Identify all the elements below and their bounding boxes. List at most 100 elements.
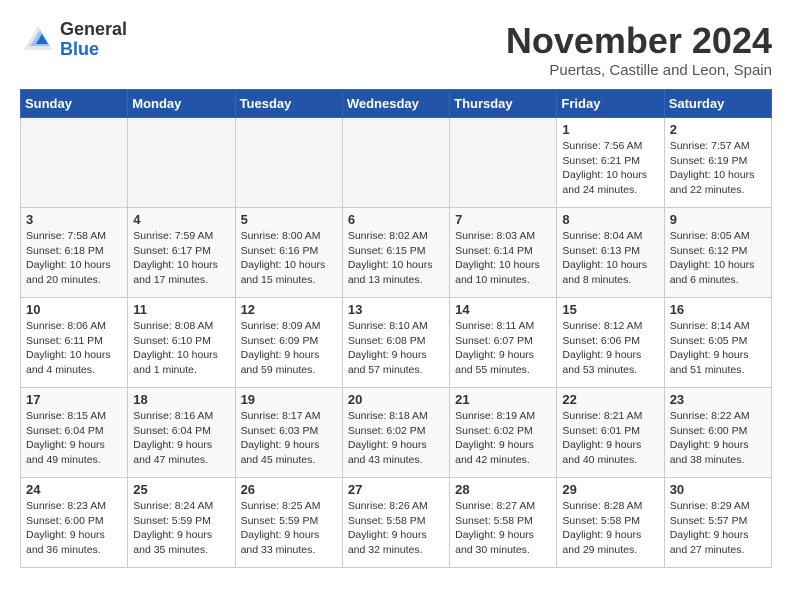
day-info: Sunrise: 8:08 AM Sunset: 6:10 PM Dayligh… <box>133 319 229 378</box>
day-info: Sunrise: 8:03 AM Sunset: 6:14 PM Dayligh… <box>455 229 551 288</box>
calendar-cell: 8 Sunrise: 8:04 AM Sunset: 6:13 PM Daylig… <box>557 208 664 298</box>
day-number: 16 <box>670 302 766 317</box>
calendar-week-row: 3 Sunrise: 7:58 AM Sunset: 6:18 PM Daylig… <box>21 208 772 298</box>
day-header-thursday: Thursday <box>450 90 557 118</box>
day-number: 17 <box>26 392 122 407</box>
day-info: Sunrise: 8:14 AM Sunset: 6:05 PM Dayligh… <box>670 319 766 378</box>
day-info: Sunrise: 8:00 AM Sunset: 6:16 PM Dayligh… <box>241 229 337 288</box>
day-number: 25 <box>133 482 229 497</box>
month-title: November 2024 <box>506 20 772 62</box>
calendar-cell: 15 Sunrise: 8:12 AM Sunset: 6:06 PM Dayli… <box>557 298 664 388</box>
day-number: 10 <box>26 302 122 317</box>
calendar-cell: 19 Sunrise: 8:17 AM Sunset: 6:03 PM Dayli… <box>235 388 342 478</box>
day-number: 15 <box>562 302 658 317</box>
day-info: Sunrise: 8:26 AM Sunset: 5:58 PM Dayligh… <box>348 499 444 558</box>
location: Puertas, Castille and Leon, Spain <box>506 62 772 79</box>
calendar-header: SundayMondayTuesdayWednesdayThursdayFrid… <box>21 90 772 118</box>
calendar-cell: 23Sunrise: 8:22 AM Sunset: 6:00 PM Dayli… <box>664 388 771 478</box>
day-info: Sunrise: 8:04 AM Sunset: 6:13 PM Dayligh… <box>562 229 658 288</box>
calendar-cell: 29 Sunrise: 8:28 AM Sunset: 5:58 PM Dayli… <box>557 478 664 568</box>
calendar-week-row: 10 Sunrise: 8:06 AM Sunset: 6:11 PM Dayli… <box>21 298 772 388</box>
calendar-cell: 4 Sunrise: 7:59 AM Sunset: 6:17 PM Daylig… <box>128 208 235 298</box>
day-info: Sunrise: 8:06 AM Sunset: 6:11 PM Dayligh… <box>26 319 122 378</box>
calendar-cell <box>128 118 235 208</box>
calendar-cell: 3 Sunrise: 7:58 AM Sunset: 6:18 PM Daylig… <box>21 208 128 298</box>
day-number: 1 <box>562 122 658 137</box>
calendar-cell <box>450 118 557 208</box>
day-header-saturday: Saturday <box>664 90 771 118</box>
day-number: 18 <box>133 392 229 407</box>
day-info: Sunrise: 8:16 AM Sunset: 6:04 PM Dayligh… <box>133 409 229 468</box>
calendar-cell: 26 Sunrise: 8:25 AM Sunset: 5:59 PM Dayli… <box>235 478 342 568</box>
day-info: Sunrise: 8:23 AM Sunset: 6:00 PM Dayligh… <box>26 499 122 558</box>
calendar-cell: 10 Sunrise: 8:06 AM Sunset: 6:11 PM Dayli… <box>21 298 128 388</box>
day-info: Sunrise: 8:19 AM Sunset: 6:02 PM Dayligh… <box>455 409 551 468</box>
day-number: 9 <box>670 212 766 227</box>
calendar-cell: 24 Sunrise: 8:23 AM Sunset: 6:00 PM Dayli… <box>21 478 128 568</box>
day-number: 26 <box>241 482 337 497</box>
day-number: 7 <box>455 212 551 227</box>
day-number: 21 <box>455 392 551 407</box>
logo-blue: Blue <box>60 40 127 60</box>
calendar-cell: 14 Sunrise: 8:11 AM Sunset: 6:07 PM Dayli… <box>450 298 557 388</box>
day-number: 12 <box>241 302 337 317</box>
calendar-cell: 17 Sunrise: 8:15 AM Sunset: 6:04 PM Dayli… <box>21 388 128 478</box>
day-number: 30 <box>670 482 766 497</box>
day-info: Sunrise: 8:28 AM Sunset: 5:58 PM Dayligh… <box>562 499 658 558</box>
day-number: 4 <box>133 212 229 227</box>
day-number: 24 <box>26 482 122 497</box>
calendar-week-row: 17 Sunrise: 8:15 AM Sunset: 6:04 PM Dayli… <box>21 388 772 478</box>
day-header-wednesday: Wednesday <box>342 90 449 118</box>
day-info: Sunrise: 7:59 AM Sunset: 6:17 PM Dayligh… <box>133 229 229 288</box>
day-number: 8 <box>562 212 658 227</box>
day-info: Sunrise: 8:25 AM Sunset: 5:59 PM Dayligh… <box>241 499 337 558</box>
day-header-friday: Friday <box>557 90 664 118</box>
day-info: Sunrise: 8:10 AM Sunset: 6:08 PM Dayligh… <box>348 319 444 378</box>
day-header-monday: Monday <box>128 90 235 118</box>
day-number: 20 <box>348 392 444 407</box>
calendar-cell: 18 Sunrise: 8:16 AM Sunset: 6:04 PM Dayli… <box>128 388 235 478</box>
day-info: Sunrise: 7:58 AM Sunset: 6:18 PM Dayligh… <box>26 229 122 288</box>
logo-general: General <box>60 20 127 40</box>
day-header-sunday: Sunday <box>21 90 128 118</box>
calendar-cell: 13 Sunrise: 8:10 AM Sunset: 6:08 PM Dayli… <box>342 298 449 388</box>
calendar-cell <box>235 118 342 208</box>
day-info: Sunrise: 8:17 AM Sunset: 6:03 PM Dayligh… <box>241 409 337 468</box>
day-info: Sunrise: 8:11 AM Sunset: 6:07 PM Dayligh… <box>455 319 551 378</box>
day-info: Sunrise: 8:05 AM Sunset: 6:12 PM Dayligh… <box>670 229 766 288</box>
day-info: Sunrise: 8:12 AM Sunset: 6:06 PM Dayligh… <box>562 319 658 378</box>
calendar-cell: 25 Sunrise: 8:24 AM Sunset: 5:59 PM Dayli… <box>128 478 235 568</box>
calendar-cell: 2 Sunrise: 7:57 AM Sunset: 6:19 PM Daylig… <box>664 118 771 208</box>
day-header-tuesday: Tuesday <box>235 90 342 118</box>
day-number: 19 <box>241 392 337 407</box>
calendar-table: SundayMondayTuesdayWednesdayThursdayFrid… <box>20 89 772 568</box>
title-area: November 2024 Puertas, Castille and Leon… <box>506 20 772 79</box>
day-info: Sunrise: 8:27 AM Sunset: 5:58 PM Dayligh… <box>455 499 551 558</box>
day-info: Sunrise: 8:18 AM Sunset: 6:02 PM Dayligh… <box>348 409 444 468</box>
calendar-cell: 30Sunrise: 8:29 AM Sunset: 5:57 PM Dayli… <box>664 478 771 568</box>
calendar-cell: 5Sunrise: 8:00 AM Sunset: 6:16 PM Daylig… <box>235 208 342 298</box>
calendar-week-row: 1Sunrise: 7:56 AM Sunset: 6:21 PM Daylig… <box>21 118 772 208</box>
day-info: Sunrise: 8:21 AM Sunset: 6:01 PM Dayligh… <box>562 409 658 468</box>
calendar-cell: 11 Sunrise: 8:08 AM Sunset: 6:10 PM Dayli… <box>128 298 235 388</box>
day-info: Sunrise: 8:24 AM Sunset: 5:59 PM Dayligh… <box>133 499 229 558</box>
day-number: 13 <box>348 302 444 317</box>
day-number: 28 <box>455 482 551 497</box>
day-number: 29 <box>562 482 658 497</box>
calendar-cell: 21 Sunrise: 8:19 AM Sunset: 6:02 PM Dayli… <box>450 388 557 478</box>
calendar-cell: 9 Sunrise: 8:05 AM Sunset: 6:12 PM Daylig… <box>664 208 771 298</box>
day-number: 11 <box>133 302 229 317</box>
day-number: 27 <box>348 482 444 497</box>
calendar-cell: 7 Sunrise: 8:03 AM Sunset: 6:14 PM Daylig… <box>450 208 557 298</box>
day-number: 14 <box>455 302 551 317</box>
day-number: 6 <box>348 212 444 227</box>
day-info: Sunrise: 8:15 AM Sunset: 6:04 PM Dayligh… <box>26 409 122 468</box>
calendar-cell: 12Sunrise: 8:09 AM Sunset: 6:09 PM Dayli… <box>235 298 342 388</box>
calendar-cell: 28 Sunrise: 8:27 AM Sunset: 5:58 PM Dayli… <box>450 478 557 568</box>
calendar-week-row: 24 Sunrise: 8:23 AM Sunset: 6:00 PM Dayli… <box>21 478 772 568</box>
day-info: Sunrise: 7:57 AM Sunset: 6:19 PM Dayligh… <box>670 139 766 198</box>
header: General Blue November 2024 Puertas, Cast… <box>20 20 772 79</box>
day-number: 2 <box>670 122 766 137</box>
day-number: 3 <box>26 212 122 227</box>
logo-text: General Blue <box>60 20 127 60</box>
